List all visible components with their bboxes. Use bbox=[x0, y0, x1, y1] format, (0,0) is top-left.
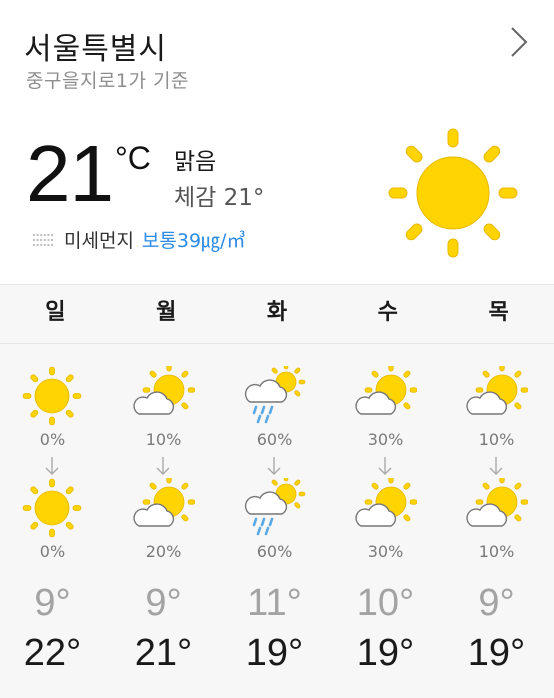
dust-icon bbox=[33, 233, 53, 246]
forecast-day-2[interactable]: 60% 60% 11° 19° bbox=[222, 344, 333, 698]
precip-chance-am: 0% bbox=[39, 430, 66, 449]
low-temp: 9° bbox=[478, 582, 515, 624]
location-header[interactable]: 서울특별시 중구을지로1가 기준 bbox=[0, 0, 554, 98]
sun-icon bbox=[22, 478, 82, 538]
feels-like: 체감 21° bbox=[174, 185, 265, 211]
forecast-day-3[interactable]: 30% 30% 10° 19° bbox=[333, 344, 444, 698]
partly-cloudy-icon bbox=[466, 366, 528, 415]
weather-condition: 맑음 bbox=[174, 149, 217, 175]
low-temp: 9° bbox=[34, 582, 71, 624]
arrow-down-icon bbox=[378, 457, 392, 475]
location-basis: 중구을지로1가 기준 bbox=[26, 70, 189, 92]
day-label: 목 bbox=[488, 300, 509, 325]
precip-chance-am: 60% bbox=[256, 430, 293, 449]
high-temp: 19° bbox=[467, 632, 526, 674]
current-weather: 21 °C 맑음 체감 21° 미세먼지 보통39㎍/㎥ bbox=[0, 98, 554, 284]
precip-chance-pm: 60% bbox=[256, 542, 293, 561]
day-label: 수 bbox=[377, 300, 398, 325]
partly-cloudy-icon bbox=[355, 366, 417, 415]
forecast-day-0[interactable]: 0% 0% 9° 22° bbox=[0, 344, 111, 698]
partly-cloudy-icon bbox=[133, 478, 195, 527]
dust-value: 보통39㎍/㎥ bbox=[141, 230, 246, 252]
partly-cloudy-icon bbox=[466, 478, 528, 527]
day-header-row: 일 월 화 수 목 bbox=[0, 285, 554, 343]
precip-chance-pm: 30% bbox=[367, 542, 404, 561]
temperature-unit: °C bbox=[115, 140, 151, 176]
low-temp: 11° bbox=[247, 582, 302, 624]
precip-chance-am: 10% bbox=[478, 430, 515, 449]
sun-icon bbox=[22, 366, 82, 426]
low-temp: 10° bbox=[356, 582, 415, 624]
day-label: 화 bbox=[266, 300, 288, 325]
sun-icon bbox=[388, 128, 518, 258]
weekly-forecast: 0% 0% 9° 22° 10% 20% 9° 21° 60% 60% 11° … bbox=[0, 344, 554, 698]
arrow-down-icon bbox=[489, 457, 503, 475]
precip-chance-pm: 10% bbox=[478, 542, 515, 561]
city-name: 서울특별시 bbox=[24, 32, 167, 67]
chevron-right-icon[interactable] bbox=[508, 26, 530, 58]
rain-icon bbox=[244, 366, 306, 424]
dust-label: 미세먼지 bbox=[64, 230, 134, 252]
forecast-day-1[interactable]: 10% 20% 9° 21° bbox=[111, 344, 222, 698]
fine-dust-row: 미세먼지 보통39㎍/㎥ bbox=[32, 226, 245, 253]
arrow-down-icon bbox=[156, 457, 170, 475]
high-temp: 19° bbox=[356, 632, 415, 674]
forecast-day-4[interactable]: 10% 10% 9° 19° bbox=[444, 344, 554, 698]
arrow-down-icon bbox=[45, 457, 59, 475]
day-label: 일 bbox=[45, 300, 66, 325]
precip-chance-pm: 0% bbox=[39, 542, 66, 561]
partly-cloudy-icon bbox=[133, 366, 195, 415]
high-temp: 19° bbox=[245, 632, 304, 674]
high-temp: 21° bbox=[134, 632, 193, 674]
precip-chance-pm: 20% bbox=[145, 542, 182, 561]
low-temp: 9° bbox=[145, 582, 182, 624]
precip-chance-am: 30% bbox=[367, 430, 404, 449]
rain-icon bbox=[244, 478, 306, 536]
current-temperature: 21 bbox=[26, 129, 114, 218]
arrow-down-icon bbox=[267, 457, 281, 475]
high-temp: 22° bbox=[23, 632, 82, 674]
partly-cloudy-icon bbox=[355, 478, 417, 527]
precip-chance-am: 10% bbox=[145, 430, 182, 449]
day-label: 월 bbox=[156, 300, 177, 325]
